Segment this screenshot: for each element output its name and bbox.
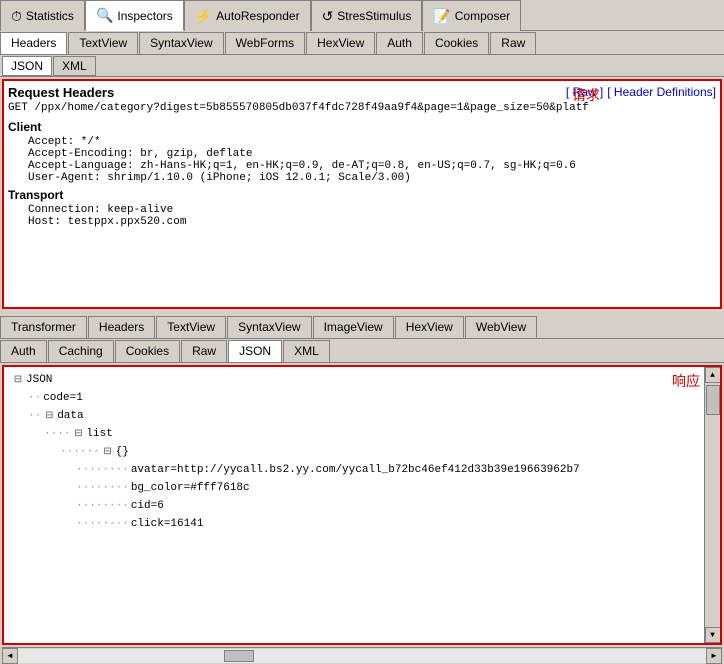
request-section-tabs: Headers TextView SyntaxView WebForms Hex… — [0, 31, 724, 55]
tree-row-avatar: ········ avatar=http://yycall.bs2.yy.com… — [12, 461, 716, 479]
header-accept: Accept: */* — [8, 136, 716, 148]
tab-autoresponder[interactable]: ⚡ AutoResponder — [184, 0, 311, 31]
resp-tab-syntaxview[interactable]: SyntaxView — [227, 316, 311, 338]
req-tab-headers[interactable]: Headers — [0, 32, 67, 54]
tree-label-cid: cid=6 — [131, 500, 164, 512]
tree-row-cid: ········ cid=6 — [12, 497, 716, 515]
request-url: GET /ppx/home/category?digest=5b85557080… — [8, 102, 716, 114]
tree-row-obj[interactable]: ······ ⊟ {} — [12, 443, 716, 461]
tree-label-list: list — [86, 428, 112, 440]
req-subtab-json[interactable]: JSON — [2, 56, 52, 76]
header-accept-encoding: Accept-Encoding: br, gzip, deflate — [8, 148, 716, 160]
req-tab-hexview[interactable]: HexView — [306, 32, 375, 54]
tree-label-code: code=1 — [43, 392, 83, 404]
scroll-thumb-horizontal[interactable] — [224, 650, 254, 662]
response-section-tabs-row1: Transformer Headers TextView SyntaxView … — [0, 315, 724, 339]
scroll-up-button[interactable]: ▲ — [705, 367, 721, 383]
req-tab-raw[interactable]: Raw — [490, 32, 536, 54]
tab-inspectors[interactable]: 🔍 Inspectors — [85, 0, 184, 31]
tab-statistics[interactable]: ⏱ Statistics — [0, 0, 85, 31]
inspectors-icon: 🔍 — [96, 7, 113, 24]
tab-stressstimulus-label: StresStimulus — [337, 9, 411, 23]
tree-row-bgcolor: ········ bg_color=#fff7618c — [12, 479, 716, 497]
scroll-thumb[interactable] — [706, 385, 720, 415]
scroll-track-horizontal[interactable] — [18, 649, 706, 663]
header-host: Host: testppx.ppx520.com — [8, 216, 716, 228]
tab-stressstimulus[interactable]: ↺ StresStimulus — [311, 0, 423, 31]
statistics-icon: ⏱ — [11, 8, 22, 25]
tab-composer[interactable]: 📝 Composer — [422, 0, 521, 31]
request-panel: Request Headers [ Raw ] [ Header Definit… — [2, 79, 722, 309]
resp-tab-cookies[interactable]: Cookies — [115, 340, 180, 362]
resp-tab-raw[interactable]: Raw — [181, 340, 227, 362]
resp-tab-xml[interactable]: XML — [283, 340, 330, 362]
header-def-link[interactable]: [ Header Definitions] — [607, 85, 716, 99]
stressstimulus-icon: ↺ — [322, 8, 334, 25]
dash-data: ·· — [28, 410, 41, 422]
autoresponder-icon: ⚡ — [195, 8, 212, 25]
tree-row-click: ········ click=16141 — [12, 515, 716, 533]
json-tree[interactable]: ⊟ JSON ·· code=1 ·· ⊟ data ···· ⊟ list ·… — [4, 367, 720, 643]
req-tab-syntaxview[interactable]: SyntaxView — [139, 32, 223, 54]
dash-code: ·· — [28, 392, 41, 404]
req-subtab-xml[interactable]: XML — [53, 56, 96, 76]
resp-tab-hexview[interactable]: HexView — [395, 316, 464, 338]
resp-tab-json[interactable]: JSON — [228, 340, 282, 362]
dash-click: ········ — [76, 518, 129, 530]
expand-json[interactable]: ⊟ — [12, 374, 24, 386]
tab-autoresponder-label: AutoResponder — [216, 9, 299, 23]
header-user-agent: User-Agent: shrimp/1.10.0 (iPhone; iOS 1… — [8, 172, 716, 184]
expand-list[interactable]: ⊟ — [72, 428, 84, 440]
tree-row-code[interactable]: ·· code=1 — [12, 389, 716, 407]
resp-tab-textview[interactable]: TextView — [156, 316, 226, 338]
scroll-right-button[interactable]: ► — [706, 648, 722, 664]
client-section-title: Client — [8, 120, 716, 134]
composer-icon: 📝 — [433, 8, 450, 25]
dash-list: ···· — [44, 428, 70, 440]
tree-row-data[interactable]: ·· ⊟ data — [12, 407, 716, 425]
tab-composer-label: Composer — [455, 9, 510, 23]
tree-label-json: JSON — [26, 374, 52, 386]
tab-statistics-label: Statistics — [26, 9, 74, 23]
resp-tab-transformer[interactable]: Transformer — [0, 316, 87, 338]
dash-bgcolor: ········ — [76, 482, 129, 494]
scroll-down-button[interactable]: ▼ — [705, 627, 721, 643]
dash-obj: ······ — [60, 446, 100, 458]
response-section-tabs-row2: Auth Caching Cookies Raw JSON XML — [0, 339, 724, 363]
tab-inspectors-label: Inspectors — [117, 9, 172, 23]
request-chinese-label: 请求 — [572, 85, 600, 105]
tree-row-json[interactable]: ⊟ JSON — [12, 371, 716, 389]
expand-data[interactable]: ⊟ — [43, 410, 55, 422]
resp-tab-headers[interactable]: Headers — [88, 316, 155, 338]
request-sub-tabs: JSON XML — [0, 55, 724, 77]
req-tab-cookies[interactable]: Cookies — [424, 32, 489, 54]
transport-section-title: Transport — [8, 188, 716, 202]
resp-tab-imageview[interactable]: ImageView — [313, 316, 394, 338]
resp-tab-caching[interactable]: Caching — [48, 340, 114, 362]
tree-row-list[interactable]: ···· ⊟ list — [12, 425, 716, 443]
tree-label-obj: {} — [116, 446, 129, 458]
dash-cid: ········ — [76, 500, 129, 512]
horizontal-scrollbar[interactable]: ◄ ► — [2, 647, 722, 663]
resp-tab-webview[interactable]: WebView — [465, 316, 537, 338]
tree-label-data: data — [57, 410, 83, 422]
tree-label-avatar: avatar=http://yycall.bs2.yy.com/yycall_b… — [131, 464, 580, 476]
req-tab-textview[interactable]: TextView — [68, 32, 138, 54]
scroll-left-button[interactable]: ◄ — [2, 648, 18, 664]
tree-label-click: click=16141 — [131, 518, 204, 530]
header-connection: Connection: keep-alive — [8, 204, 716, 216]
req-tab-webforms[interactable]: WebForms — [225, 32, 305, 54]
tree-label-bgcolor: bg_color=#fff7618c — [131, 482, 250, 494]
resp-tab-auth[interactable]: Auth — [0, 340, 47, 362]
req-tab-auth[interactable]: Auth — [376, 32, 423, 54]
header-accept-language: Accept-Language: zh-Hans-HK;q=1, en-HK;q… — [8, 160, 716, 172]
vertical-scrollbar[interactable]: ▲ ▼ — [704, 367, 720, 643]
response-panel: 响应 ⊟ JSON ·· code=1 ·· ⊟ data ···· ⊟ lis… — [2, 365, 722, 645]
expand-obj[interactable]: ⊟ — [102, 446, 114, 458]
dash-avatar: ········ — [76, 464, 129, 476]
top-tab-bar: ⏱ Statistics 🔍 Inspectors ⚡ AutoResponde… — [0, 0, 724, 31]
